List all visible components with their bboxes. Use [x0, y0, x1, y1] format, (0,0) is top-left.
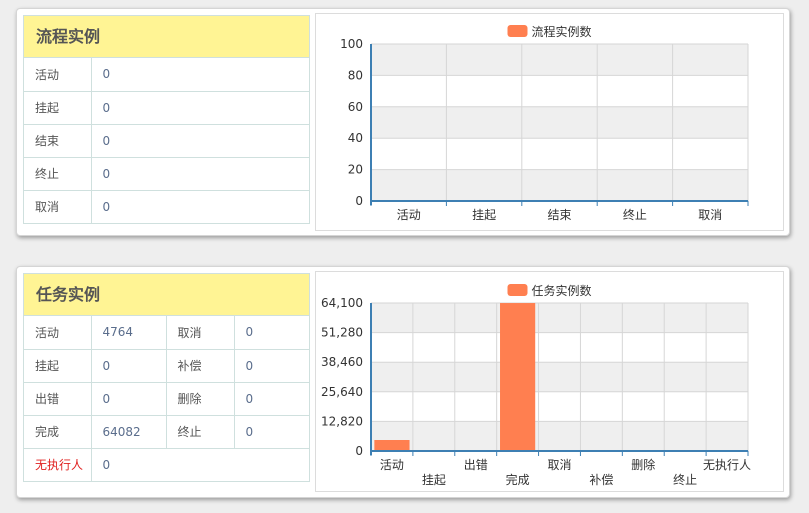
- stat-value: 0: [234, 381, 309, 415]
- y-tick-label: 51,280: [321, 326, 363, 340]
- table-row: 出错 0 删除 0: [24, 381, 309, 415]
- table-row: 终止 0: [24, 156, 309, 190]
- x-tick-label: 删除: [631, 457, 655, 472]
- x-tick-label: 取消: [698, 208, 722, 222]
- task-instance-panel: 任务实例 活动 4764 取消 0 挂起 0 补偿 0 出错 0 删除 0 完成…: [16, 266, 790, 498]
- stat-label: 活动: [24, 316, 92, 349]
- stat-label: 取消: [166, 316, 235, 349]
- stat-label: 出错: [24, 381, 92, 415]
- x-tick-label: 挂起: [422, 473, 446, 487]
- grid-band: [371, 44, 748, 76]
- table-row: 取消 0: [24, 189, 309, 223]
- y-tick-label: 40: [348, 131, 363, 145]
- task-instance-card: 任务实例 活动 4764 取消 0 挂起 0 补偿 0 出错 0 删除 0 完成…: [23, 273, 310, 482]
- x-tick-label: 挂起: [472, 208, 496, 222]
- task-card-title: 任务实例: [24, 274, 309, 316]
- process-instance-panel: 流程实例 活动 0 挂起 0 结束 0 终止 0 取消 0 0 20 40 60…: [16, 8, 790, 236]
- table-row: 挂起 0: [24, 90, 309, 124]
- y-tick-label: 0: [355, 194, 363, 208]
- stat-value: 4764: [91, 316, 167, 349]
- stat-label: 终止: [24, 156, 92, 190]
- x-tick-label: 出错: [464, 458, 488, 472]
- process-chart-box: 0 20 40 60 80 100 活动 挂起 结束 终止 取消 流程实例数: [315, 13, 784, 231]
- task-chart-box: 0 12,820 25,640 38,460 51,280 64,100 活动挂起 出错完成 取…: [315, 271, 784, 492]
- y-tick-label: 60: [348, 100, 363, 114]
- stat-value: 0: [91, 348, 167, 382]
- stat-label: 补偿: [166, 348, 235, 382]
- x-tick-label: 完成: [506, 472, 530, 487]
- stat-label: 活动: [24, 58, 92, 91]
- x-tick-label: 活动: [380, 458, 404, 472]
- x-tick-label: 取消: [547, 458, 571, 472]
- task-stats-table: 活动 4764 取消 0 挂起 0 补偿 0 出错 0 删除 0 完成 6408…: [24, 316, 309, 481]
- y-tick-label: 0: [355, 444, 363, 458]
- bar: [374, 440, 410, 451]
- grid-band: [371, 421, 748, 451]
- stat-label-unassigned: 无执行人: [24, 447, 92, 481]
- x-tick-label: 补偿: [589, 472, 613, 487]
- legend-label: 流程实例数: [532, 24, 592, 39]
- table-row: 完成 64082 终止 0: [24, 414, 309, 448]
- stat-value: 0: [91, 189, 309, 223]
- legend-label: 任务实例数: [532, 283, 592, 298]
- x-tick-label: 终止: [673, 472, 697, 487]
- stat-value: 0: [234, 414, 309, 448]
- task-instance-chart: 0 12,820 25,640 38,460 51,280 64,100 活动挂起 出错完成 取…: [321, 283, 751, 487]
- stat-label: 删除: [166, 381, 235, 415]
- y-tick-label: 25,640: [321, 385, 363, 399]
- process-instance-chart: 0 20 40 60 80 100 活动 挂起 结束 终止 取消 流程实例数: [340, 24, 749, 222]
- x-tick-label: 无执行人: [703, 458, 751, 472]
- grid-band: [371, 362, 748, 392]
- stat-value: 0: [91, 156, 309, 190]
- stat-value: 64082: [91, 414, 167, 448]
- grid-band: [371, 303, 748, 333]
- stat-value: 0: [91, 447, 309, 481]
- stat-label: 挂起: [24, 90, 92, 124]
- y-tick-label: 12,820: [321, 414, 363, 428]
- stat-value: 0: [102, 67, 111, 82]
- table-row: 挂起 0 补偿 0: [24, 348, 309, 382]
- stat-label: 取消: [24, 189, 92, 223]
- legend-swatch: [507, 284, 528, 296]
- stat-value: 0: [245, 325, 254, 340]
- stat-label: 完成: [24, 414, 92, 448]
- x-tick-label: 结束: [547, 208, 571, 222]
- stat-label: 终止: [166, 414, 235, 448]
- table-row: 活动 4764 取消 0: [24, 316, 309, 349]
- y-tick-label: 80: [348, 68, 363, 82]
- process-card-title: 流程实例: [24, 16, 309, 58]
- process-stats-table: 活动 0 挂起 0 结束 0 终止 0 取消 0: [24, 58, 309, 223]
- y-tick-label: 64,100: [321, 296, 363, 310]
- stat-value: 0: [91, 90, 309, 124]
- y-tick-label: 100: [340, 37, 363, 51]
- y-tick-label: 38,460: [321, 355, 363, 369]
- stat-value: 0: [91, 381, 167, 415]
- x-tick-label: 活动: [397, 208, 421, 222]
- table-row: 无执行人 0: [24, 447, 309, 481]
- grid-band: [371, 169, 748, 201]
- stat-value: 0: [91, 123, 309, 157]
- table-row: 结束 0: [24, 123, 309, 157]
- bar: [500, 303, 536, 451]
- stat-label: 挂起: [24, 348, 92, 382]
- table-row: 活动 0: [24, 58, 309, 91]
- process-instance-card: 流程实例 活动 0 挂起 0 结束 0 终止 0 取消 0: [23, 15, 310, 224]
- x-tick-label: 终止: [623, 207, 647, 222]
- legend-swatch: [507, 25, 528, 37]
- y-tick-label: 20: [348, 163, 363, 177]
- grid-band: [371, 106, 748, 139]
- stat-label: 结束: [24, 123, 92, 157]
- stat-value: 0: [234, 348, 309, 382]
